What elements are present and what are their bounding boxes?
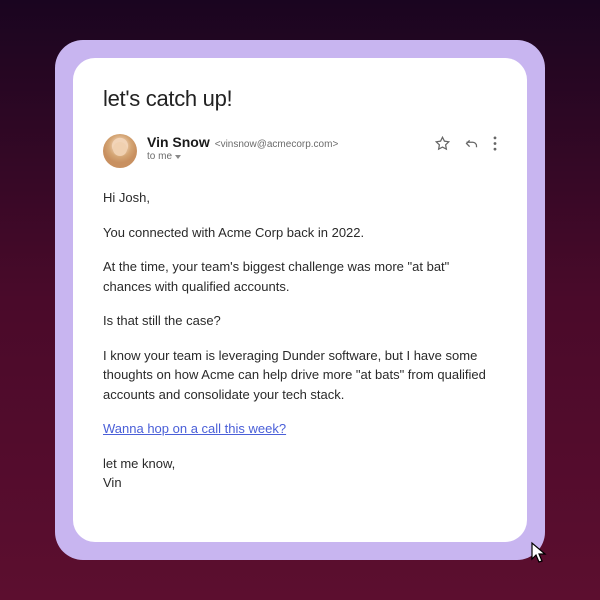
email-header: Vin Snow <vinsnow@acmecorp.com> to me (103, 134, 497, 168)
chevron-down-icon (175, 155, 181, 159)
sender-email: <vinsnow@acmecorp.com> (215, 139, 339, 150)
more-icon[interactable] (493, 136, 497, 151)
signoff-text: let me know, (103, 454, 497, 474)
email-outer-frame: let's catch up! Vin Snow <vinsnow@acmeco… (55, 40, 545, 560)
reply-icon[interactable] (464, 136, 479, 151)
paragraph-2: At the time, your team's biggest challen… (103, 257, 497, 296)
sender-name: Vin Snow (147, 134, 210, 150)
recipient-line[interactable]: to me (147, 151, 435, 162)
sender-block: Vin Snow <vinsnow@acmecorp.com> to me (147, 134, 435, 162)
signature: Vin (103, 473, 497, 493)
star-icon[interactable] (435, 136, 450, 151)
email-card: let's catch up! Vin Snow <vinsnow@acmeco… (73, 58, 527, 542)
paragraph-3: Is that still the case? (103, 311, 497, 331)
paragraph-1: You connected with Acme Corp back in 202… (103, 223, 497, 243)
greeting: Hi Josh, (103, 188, 497, 208)
cta-link[interactable]: Wanna hop on a call this week? (103, 421, 286, 436)
signoff-block: let me know, Vin (103, 454, 497, 493)
paragraph-4: I know your team is leveraging Dunder so… (103, 346, 497, 405)
sender-avatar[interactable] (103, 134, 137, 168)
email-actions (435, 136, 497, 151)
email-body: Hi Josh, You connected with Acme Corp ba… (103, 188, 497, 493)
email-subject: let's catch up! (103, 86, 497, 112)
to-label: to me (147, 151, 172, 162)
